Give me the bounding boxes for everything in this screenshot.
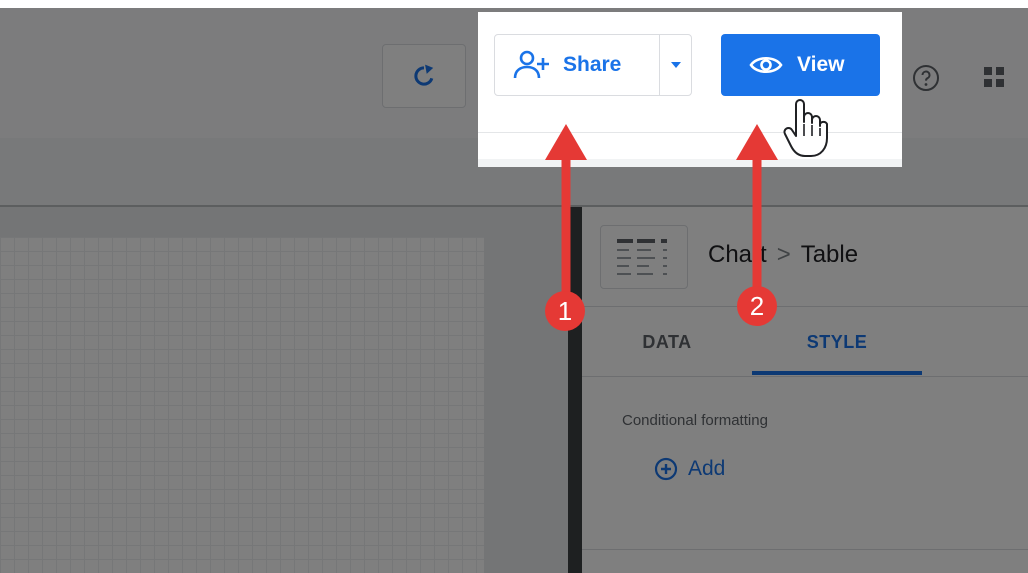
annotation-marker-1: 1 <box>545 291 585 331</box>
annotation-arrowhead-1 <box>545 124 587 160</box>
annotation-layer: 1 2 <box>0 0 1028 573</box>
screenshot-frame: Chart > Table DATA STYLE Conditional for… <box>0 0 1028 573</box>
hand-cursor-icon <box>783 99 828 157</box>
annotation-arrowhead-2 <box>736 124 778 160</box>
annotation-marker-2: 2 <box>737 286 777 326</box>
